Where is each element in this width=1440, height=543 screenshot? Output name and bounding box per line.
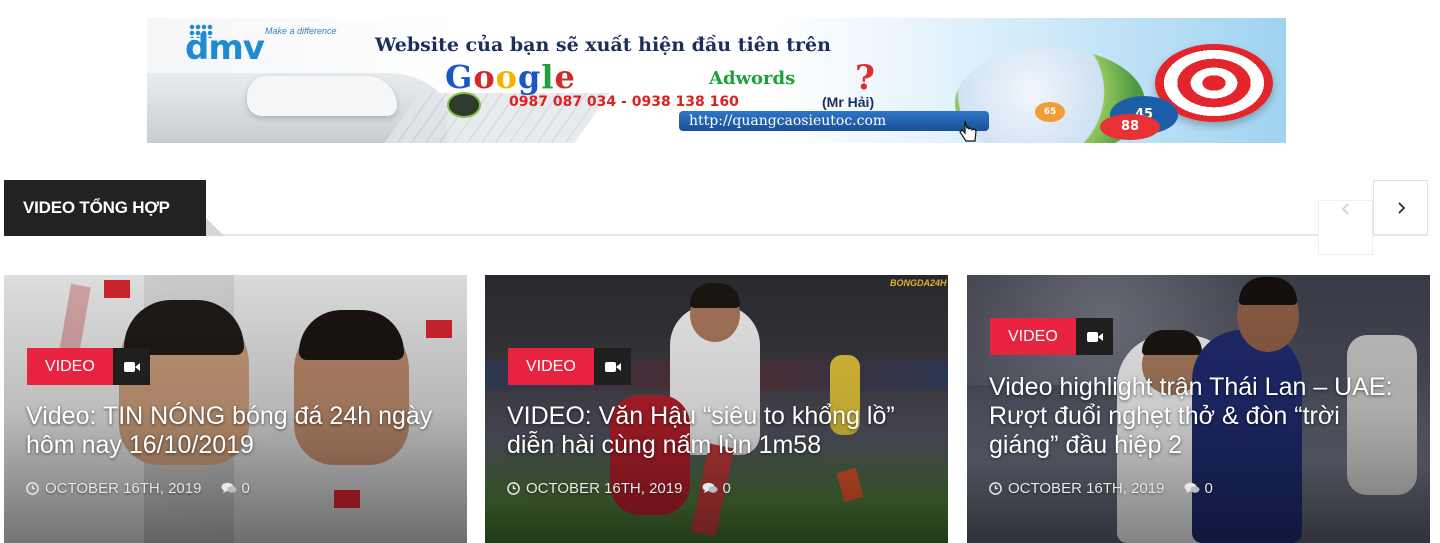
clock-icon: [26, 482, 39, 495]
card-title[interactable]: Video: TIN NÓNG bóng đá 24h ngày hôm nay…: [26, 402, 446, 460]
clock-icon: [989, 482, 1002, 495]
category-badge[interactable]: VIDEO: [27, 348, 113, 385]
clock-icon: [507, 482, 520, 495]
comment-count[interactable]: 0: [221, 480, 250, 497]
video-card-3[interactable]: VIDEO Video highlight trận Thái Lan – UA…: [967, 275, 1430, 543]
logo-tagline: Make a difference: [265, 26, 337, 36]
video-camera-icon: [594, 348, 631, 385]
mouse-hand-graphic: [247, 76, 397, 116]
carousel-next-button[interactable]: [1373, 180, 1428, 235]
google-wordmark: Google: [445, 58, 576, 96]
category-badge[interactable]: VIDEO: [990, 318, 1076, 355]
cursor-icon: [959, 120, 977, 142]
dmv-logo: dmv: [185, 28, 265, 68]
comment-count[interactable]: 0: [702, 480, 731, 497]
video-camera-icon: [1076, 318, 1113, 355]
chevron-left-icon: [1341, 202, 1349, 215]
banner-contact-name: (Mr Hải): [822, 94, 875, 110]
card-date: OCTOBER 16TH, 2019: [526, 480, 683, 497]
card-meta: OCTOBER 16TH, 2019 0: [26, 480, 250, 497]
advertisement-banner[interactable]: dmv Make a difference Website của bạn sẽ…: [147, 18, 1286, 143]
stat-bubble-red: 88: [1100, 114, 1160, 140]
comments-icon: [702, 482, 718, 493]
comments-icon: [221, 482, 237, 493]
video-card-2[interactable]: BONGDA24H VIDEO VIDEO: Văn Hậu “siêu to …: [485, 275, 948, 543]
carousel-prev-button[interactable]: [1318, 200, 1373, 255]
section-title: VIDEO TỔNG HỢP: [4, 180, 206, 236]
section-title-notch: [206, 218, 224, 236]
stat-bubble-small: 65: [1035, 102, 1065, 122]
category-badge[interactable]: VIDEO: [508, 348, 594, 385]
card-meta: OCTOBER 16TH, 2019 0: [507, 480, 731, 497]
phone-icon: [447, 92, 481, 118]
banner-headline: Website của bạn sẽ xuất hiện đầu tiên tr…: [375, 34, 831, 56]
card-meta: OCTOBER 16TH, 2019 0: [989, 480, 1213, 497]
card-title[interactable]: VIDEO: Văn Hậu “siêu to khổng lồ” diễn h…: [507, 402, 927, 460]
banner-url: http://quangcaosieutoc.com: [679, 111, 989, 131]
banner-phone: 0987 087 034 - 0938 138 160: [509, 94, 739, 110]
question-mark: ?: [855, 58, 875, 98]
video-card-1[interactable]: VIDEO Video: TIN NÓNG bóng đá 24h ngày h…: [4, 275, 467, 543]
card-date: OCTOBER 16TH, 2019: [45, 480, 202, 497]
card-date: OCTOBER 16TH, 2019: [1008, 480, 1165, 497]
video-camera-icon: [113, 348, 150, 385]
chevron-right-icon: [1397, 201, 1405, 214]
broadcaster-watermark: BONGDA24H: [890, 278, 947, 288]
adwords-label: Adwords: [709, 68, 796, 89]
card-title[interactable]: Video highlight trận Thái Lan – UAE: Rượ…: [989, 373, 1409, 460]
comment-count[interactable]: 0: [1184, 480, 1213, 497]
comments-icon: [1184, 482, 1200, 493]
